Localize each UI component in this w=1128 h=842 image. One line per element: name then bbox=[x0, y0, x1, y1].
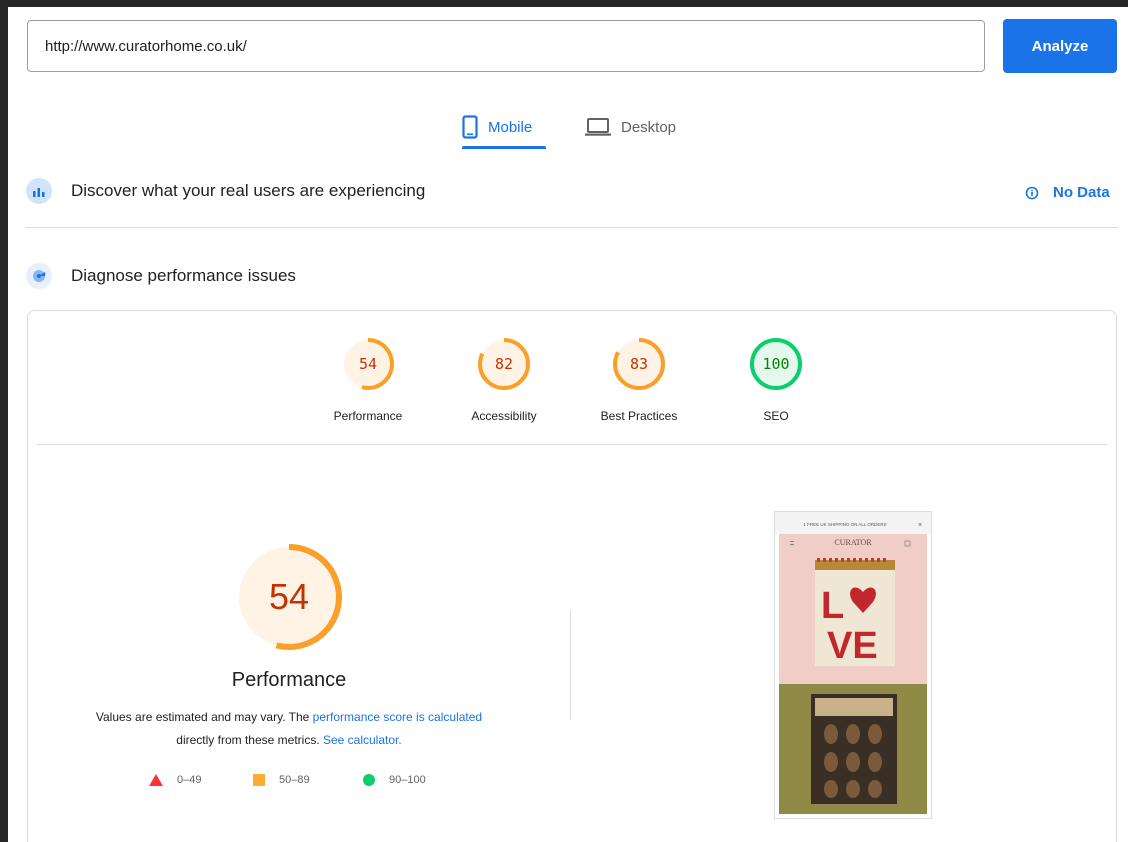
gauge-value: 82 bbox=[494, 355, 514, 373]
legend-pass: 90–100 bbox=[363, 774, 426, 786]
screenshot-product-ve: VE bbox=[827, 625, 878, 667]
gauge-accessibility[interactable]: 82 bbox=[476, 336, 532, 392]
gauge-value: 54 bbox=[358, 355, 378, 373]
report-card bbox=[27, 310, 1117, 842]
gauge-label-accessibility: Accessibility bbox=[471, 409, 537, 423]
tab-desktop-label: Desktop bbox=[621, 118, 677, 136]
diagnose-title: Diagnose performance issues bbox=[71, 266, 296, 285]
gauge-label-best-practices: Best Practices bbox=[600, 409, 678, 423]
desc-text-2: directly from these metrics. bbox=[176, 733, 323, 747]
legend-pass-range: 90–100 bbox=[389, 774, 426, 786]
legend-average-range: 50–89 bbox=[279, 774, 310, 786]
performance-title: Performance bbox=[231, 669, 347, 691]
tab-selected-indicator bbox=[462, 146, 546, 149]
performance-score-large: 54 bbox=[268, 576, 310, 617]
analyze-button[interactable]: Analyze bbox=[1003, 19, 1117, 73]
legend-fail-range: 0–49 bbox=[177, 774, 202, 786]
smartphone-icon bbox=[462, 115, 478, 139]
laptop-icon bbox=[585, 118, 611, 136]
performance-description: Values are estimated and may vary. The p… bbox=[48, 706, 530, 752]
gauge-label-performance: Performance bbox=[333, 409, 403, 423]
tab-mobile-label: Mobile bbox=[488, 118, 533, 136]
section-divider bbox=[26, 227, 1118, 228]
card-divider bbox=[37, 444, 1107, 445]
page-screenshot: 1 FREE UK SHIPPING ON ALL ORDERS × CURAT… bbox=[774, 511, 932, 819]
screenshot-product-l: L bbox=[821, 585, 844, 627]
tab-desktop[interactable]: Desktop bbox=[585, 107, 676, 147]
tab-mobile[interactable]: Mobile bbox=[462, 107, 532, 147]
score-calculated-link[interactable]: performance score is calculated bbox=[313, 710, 482, 724]
pagespeed-page: http://www.curatorhome.co.uk/ Analyze Mo… bbox=[8, 7, 1128, 842]
gauge-label-seo: SEO bbox=[763, 409, 789, 423]
see-calculator-link[interactable]: See calculator. bbox=[323, 733, 402, 747]
legend-fail: 0–49 bbox=[149, 774, 201, 786]
gauge-seo[interactable]: 100 bbox=[748, 336, 804, 392]
square-icon bbox=[253, 774, 265, 786]
diagnose-section-header: Diagnose performance issues bbox=[26, 263, 296, 289]
gauge-value: 100 bbox=[762, 355, 790, 373]
crux-section-header[interactable]: Discover what your real users are experi… bbox=[26, 178, 425, 204]
crux-title: Discover what your real users are experi… bbox=[71, 181, 426, 200]
circle-icon bbox=[363, 774, 375, 786]
url-input-value: http://www.curatorhome.co.uk/ bbox=[45, 37, 247, 55]
screenshot-banner: 1 FREE UK SHIPPING ON ALL ORDERS bbox=[803, 522, 886, 527]
gauge-performance[interactable]: 54 bbox=[340, 336, 396, 392]
info-icon bbox=[1025, 186, 1039, 199]
performance-gauge-large: 54 bbox=[233, 541, 345, 653]
vertical-divider bbox=[570, 610, 571, 720]
url-input[interactable]: http://www.curatorhome.co.uk/ bbox=[27, 20, 985, 72]
gauge-best-practices[interactable]: 83 bbox=[611, 336, 667, 392]
no-data-label: No Data bbox=[1053, 184, 1110, 201]
field-data-icon bbox=[26, 178, 52, 204]
desc-text-1: Values are estimated and may vary. The bbox=[95, 710, 313, 724]
svg-text:×: × bbox=[918, 522, 922, 529]
screenshot-logo: CURATOR bbox=[834, 538, 872, 547]
gauge-value: 83 bbox=[629, 355, 649, 373]
legend-average: 50–89 bbox=[253, 774, 310, 786]
lab-data-icon bbox=[26, 263, 52, 289]
no-data-status[interactable]: No Data bbox=[1025, 184, 1110, 201]
triangle-icon bbox=[149, 774, 163, 786]
